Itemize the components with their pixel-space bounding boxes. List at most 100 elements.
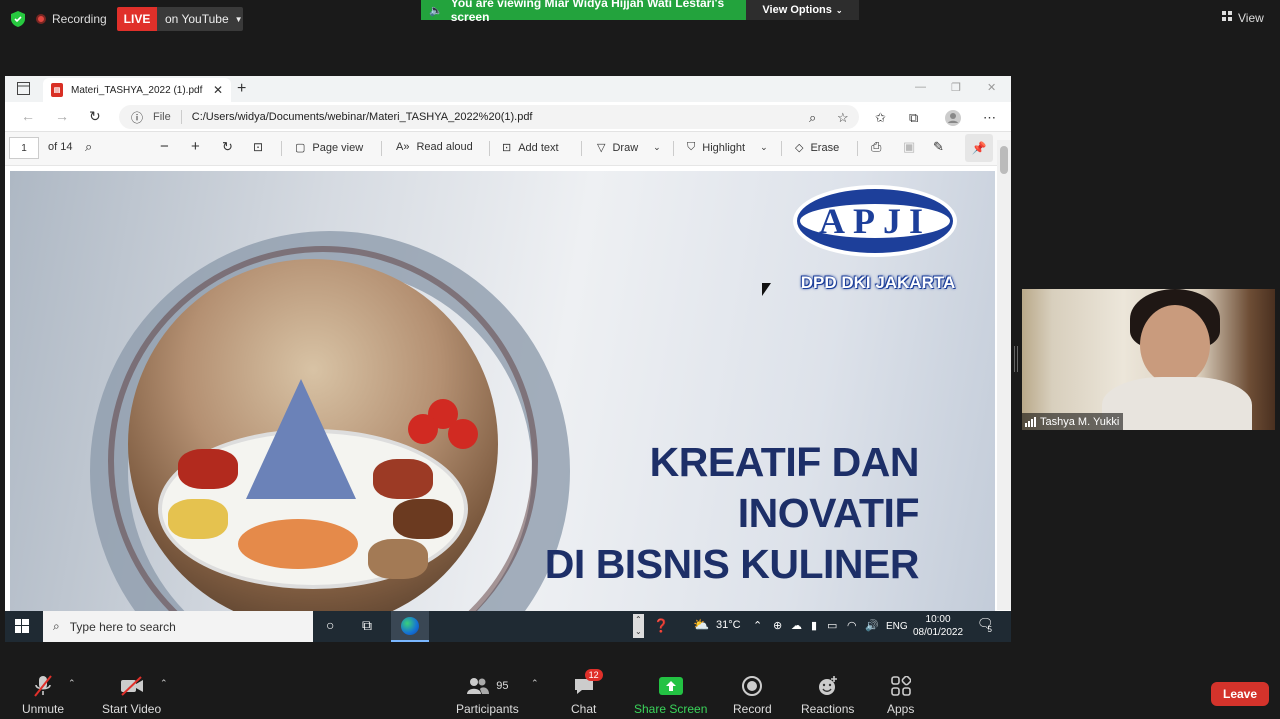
participants-icon: 95 (466, 674, 508, 698)
view-options-label: View Options (762, 4, 832, 16)
more-icon[interactable]: ⋯ (983, 110, 996, 126)
participants-button[interactable]: 95 Participants (456, 674, 519, 716)
cortana-icon[interactable]: ○ (326, 617, 334, 633)
erase-button[interactable]: ◇ Erase (795, 141, 840, 155)
view-options-button[interactable]: View Options ⌄ (746, 0, 859, 20)
participant-video[interactable] (1022, 289, 1275, 430)
minimize-icon[interactable]: — (915, 81, 926, 93)
panel-resize-handle[interactable] (1014, 346, 1018, 372)
window-close-icon[interactable]: ✕ (987, 81, 996, 94)
pdf-slide: APJI DPD DKI JAKARTA KREATIF DAN INOVATI… (10, 171, 995, 611)
view-button[interactable]: View (1222, 8, 1272, 28)
chevron-up-icon[interactable]: ⌃ (753, 619, 762, 632)
edge-taskbar-button[interactable] (391, 611, 429, 642)
page-number-input[interactable]: 1 (9, 137, 39, 159)
taskbar-clock[interactable]: 10:00 08/01/2022 (913, 613, 963, 639)
video-options-caret-icon[interactable]: ⌃ (160, 678, 168, 689)
live-badge[interactable]: LIVE (117, 7, 157, 31)
read-aloud-button[interactable]: A» Read aloud (396, 141, 473, 153)
page-view-button[interactable]: ▢ Page view (295, 141, 363, 155)
volume-icon[interactable]: 🔊 (865, 619, 879, 632)
participant-face (1140, 305, 1210, 385)
windows-start-icon[interactable] (15, 619, 29, 636)
rotate-icon[interactable]: ↻ (222, 139, 233, 155)
chat-button[interactable]: 12 Chat (571, 669, 603, 716)
close-icon[interactable]: ✕ (213, 83, 223, 97)
wifi-icon[interactable]: ◠ (847, 619, 857, 632)
read-aloud-label: Read aloud (416, 141, 473, 153)
start-video-button[interactable]: Start Video (102, 674, 161, 716)
food-dish (168, 499, 228, 539)
print-icon[interactable]: ⎙ (871, 139, 881, 155)
shield-icon[interactable] (10, 10, 26, 28)
scrollbar-thumb[interactable] (1000, 146, 1008, 174)
tomato (408, 414, 438, 444)
chevron-down-icon[interactable]: ⌄ (653, 142, 661, 153)
save-as-icon[interactable]: ✎ (933, 139, 944, 155)
new-tab-icon[interactable]: + (237, 80, 246, 98)
temperature[interactable]: 31°C (716, 619, 741, 631)
favorite-add-icon[interactable]: ☆ (837, 110, 849, 126)
add-text-button[interactable]: ⊡ Add text (502, 141, 559, 155)
maximize-icon[interactable]: ❐ (951, 81, 961, 94)
help-icon[interactable]: ❓ (653, 618, 669, 634)
share-screen-label: Share Screen (634, 702, 708, 716)
zoom-icon[interactable]: ⌕ (809, 110, 816, 126)
save-icon[interactable]: ▣ (903, 139, 915, 155)
mouse-cursor-icon (762, 283, 771, 296)
food-dish (368, 539, 428, 579)
back-icon[interactable]: ← (21, 108, 35, 124)
food-photo (128, 259, 498, 611)
share-screen-button[interactable]: Share Screen (634, 674, 707, 716)
forward-icon[interactable]: → (55, 108, 69, 124)
search-icon: ⌕ (53, 619, 60, 633)
pin-toolbar-icon[interactable]: 📌 (965, 134, 993, 162)
battery-icon[interactable]: ▭ (827, 619, 837, 632)
language[interactable]: ENG (886, 621, 908, 632)
apps-button[interactable]: Apps (887, 674, 914, 716)
participants-caret-icon[interactable]: ⌃ (531, 678, 539, 689)
profile-icon[interactable] (945, 110, 961, 129)
find-icon[interactable]: ⌕ (85, 139, 92, 155)
task-view-icon[interactable]: ⧉ (362, 617, 372, 634)
taskbar-search[interactable]: ⌕ Type here to search (43, 611, 313, 642)
reactions-button[interactable]: Reactions (801, 674, 854, 716)
participant-name: Tashya M. Yukki (1040, 415, 1120, 428)
audio-options-caret-icon[interactable]: ⌃ (68, 678, 76, 689)
zoom-in-icon[interactable]: + (191, 138, 200, 155)
browser-tab[interactable]: ▤ Materi_TASHYA_2022 (1).pdf ✕ (43, 78, 231, 102)
fit-page-icon[interactable]: ⊡ (253, 140, 263, 154)
food-dish (178, 449, 238, 489)
record-button[interactable]: Record (733, 674, 772, 716)
chat-label: Chat (571, 702, 597, 716)
notification-icon[interactable]: 🗨5 (977, 616, 998, 634)
unmute-button[interactable]: Unmute (22, 674, 64, 716)
address-bar-row: ← → ↻ ⓘ File C:/Users/widya/Documents/we… (5, 102, 1011, 132)
participant-name-tag: Tashya M. Yukki (1022, 413, 1124, 430)
read-aloud-icon: A» (396, 141, 410, 153)
viewing-banner: 🔈 You are viewing Miar Widya Hijjah Wati… (421, 0, 746, 24)
collections-icon[interactable]: ⧉ (909, 110, 918, 126)
leave-button[interactable]: Leave (1211, 682, 1269, 706)
usb-icon[interactable]: ▮ (811, 619, 817, 632)
refresh-icon[interactable]: ↻ (89, 108, 101, 125)
highlight-button[interactable]: ⛉ Highlight ⌄ (687, 141, 768, 154)
pdf-scrollbar[interactable] (997, 140, 1011, 610)
recording-indicator[interactable]: Recording (36, 8, 107, 30)
apji-logo: APJI (793, 185, 957, 257)
share-screen-icon (658, 674, 683, 698)
erase-label: Erase (810, 141, 840, 154)
food-dish (393, 499, 453, 539)
headline-line-1: KREATIF DAN (649, 439, 920, 485)
favorites-icon[interactable]: ✩ (875, 110, 886, 126)
meet-icon[interactable]: ⊕ (773, 619, 782, 632)
youtube-dropdown[interactable]: on YouTube ▼ (157, 7, 243, 31)
shrimp (238, 519, 358, 569)
address-bar[interactable]: ⓘ File C:/Users/widya/Documents/webinar/… (119, 105, 859, 129)
draw-button[interactable]: ▽ Draw ⌄ (597, 141, 661, 155)
chevron-down-icon[interactable]: ⌄ (760, 142, 768, 153)
apps-icon (890, 674, 911, 698)
cloud-icon[interactable]: ☁ (791, 619, 802, 632)
tab-actions-icon[interactable] (17, 82, 30, 100)
zoom-out-icon[interactable]: − (160, 138, 169, 155)
